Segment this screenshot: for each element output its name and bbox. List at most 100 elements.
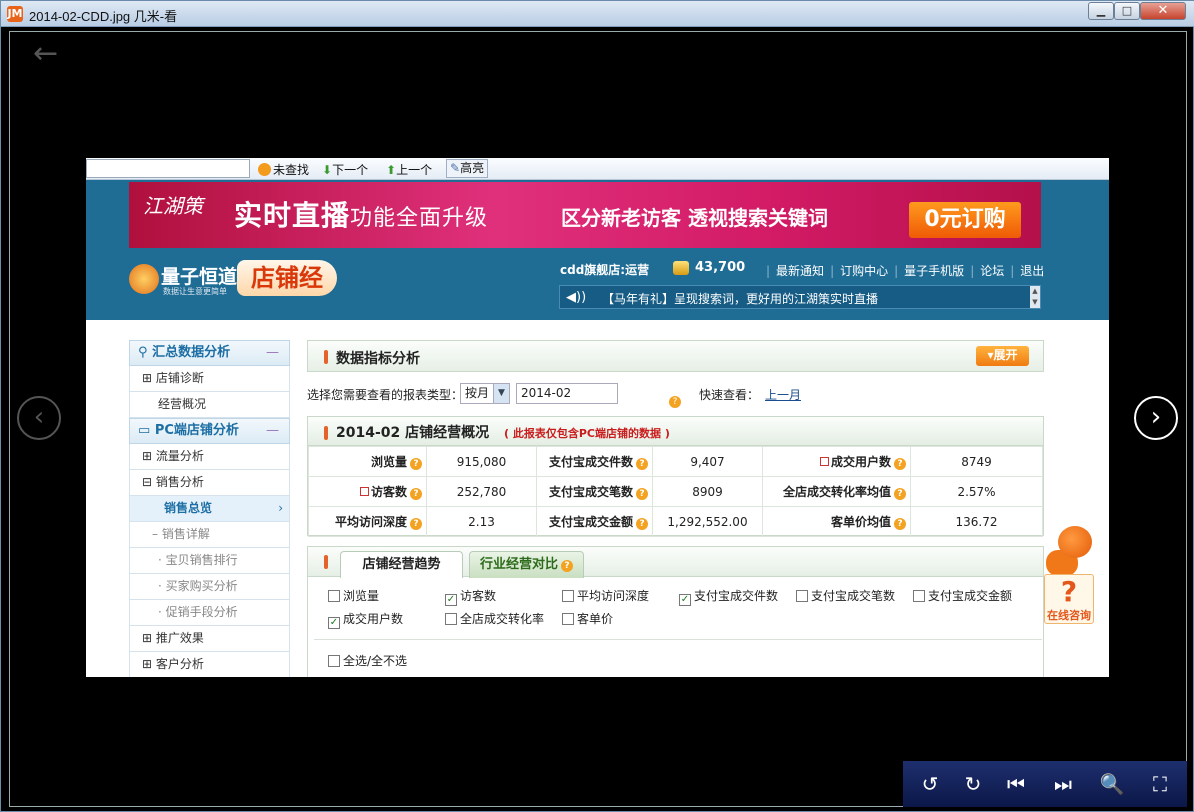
sidebar-group-pc[interactable]: ▭ PC端店铺分析 — xyxy=(129,418,290,444)
link-notices[interactable]: 最新通知 xyxy=(776,264,824,278)
link-order-center[interactable]: 订购中心 xyxy=(840,264,888,278)
sidebar-item-sales-overview[interactable]: 销售总览 › xyxy=(129,496,290,522)
find-none-button[interactable]: 未查找 xyxy=(258,161,309,178)
find-input[interactable] xyxy=(86,159,250,178)
previous-month-link[interactable]: 上一月 xyxy=(765,386,801,403)
section-title: 数据指标分析 xyxy=(336,351,420,367)
expand-button[interactable]: ▾展开 xyxy=(976,346,1029,366)
find-next-button[interactable]: ⬇下一个 xyxy=(322,161,368,178)
checkbox-conversion[interactable]: 全店成交转化率 xyxy=(445,610,544,627)
checkbox-orders[interactable]: 支付宝成交笔数 xyxy=(796,587,895,604)
help-icon[interactable]: ? xyxy=(561,560,573,572)
info-box-icon xyxy=(359,487,369,496)
last-image-icon[interactable]: ⏭ xyxy=(1050,771,1076,797)
close-button[interactable]: ✕ xyxy=(1140,2,1186,20)
highlight-button[interactable]: ✎高亮 xyxy=(446,159,489,178)
checkbox-box[interactable]: ✓ xyxy=(679,594,691,606)
site-header: 江湖策 实时直播功能全面升级 区分新老访客 透视搜索关键词 0元订购 ✕ 量子恒… xyxy=(86,180,1109,320)
tab-shop-trend[interactable]: 店铺经营趋势 xyxy=(340,551,463,578)
first-image-icon[interactable]: ⏮ xyxy=(1003,771,1029,797)
sidebar-group-summary[interactable]: ⚲ 汇总数据分析 — xyxy=(129,340,290,366)
logo-product: 店铺经 xyxy=(237,260,337,296)
tab-industry-compare[interactable]: 行业经营对比? xyxy=(469,551,584,578)
sidebar-item-sales[interactable]: ⊟ 销售分析 xyxy=(129,470,290,496)
sidebar-item-ads[interactable]: ⊞ 推广效果 xyxy=(129,626,290,652)
checkbox-box[interactable] xyxy=(562,590,574,602)
summary-icon: ⚲ xyxy=(138,345,153,360)
help-icon[interactable]: ? xyxy=(410,458,422,470)
maximize-button[interactable]: □ xyxy=(1114,2,1140,20)
sidebar-item-rank[interactable]: · 宝贝销售排行 xyxy=(129,548,290,574)
next-image-button[interactable]: › xyxy=(1134,396,1178,440)
monitor-icon: ▭ xyxy=(138,423,155,438)
checkbox-select-all[interactable]: 全选/全不选 xyxy=(328,652,407,669)
promo-banner[interactable]: 江湖策 实时直播功能全面升级 区分新老访客 透视搜索关键词 0元订购 ✕ xyxy=(129,182,1041,248)
checkbox-box[interactable] xyxy=(328,655,340,667)
link-logout[interactable]: 退出 xyxy=(1020,264,1044,278)
sidebar-item-buyer[interactable]: · 买家购买分析 xyxy=(129,574,290,600)
title-bar[interactable]: JM 2014-02-CDD.jpg 几米-看 ▁ □ ✕ xyxy=(1,1,1194,27)
stop-icon xyxy=(258,163,271,176)
checkbox-box[interactable]: ✓ xyxy=(445,594,457,606)
online-help-widget[interactable]: ? 在线咨询 xyxy=(1044,524,1096,624)
mascot-head-icon xyxy=(1058,526,1092,558)
checkbox-box[interactable]: ✓ xyxy=(328,617,340,629)
back-arrow-icon[interactable]: ← xyxy=(33,39,58,69)
logo[interactable]: 量子恒道 数据让生意更简单 店铺经 xyxy=(129,260,339,300)
checkbox-box[interactable] xyxy=(796,590,808,602)
previous-image-button[interactable]: ‹ xyxy=(17,396,61,440)
checkbox-box[interactable] xyxy=(562,613,574,625)
top-links: | 最新通知 | 订购中心 | 量子手机版 | 论坛 | 退出 xyxy=(766,264,1045,278)
screenshot-content: 未查找 ⬇下一个 ⬆上一个 ✎高亮 江湖策 实时直播功能全面升级 区分新老访客 … xyxy=(86,158,1109,677)
rotate-right-icon[interactable]: ↻ xyxy=(960,771,986,797)
help-icon[interactable]: ? xyxy=(669,396,681,408)
help-icon[interactable]: ? xyxy=(410,518,422,530)
help-box[interactable]: ? 在线咨询 xyxy=(1044,574,1094,624)
zoom-icon[interactable]: 🔍 xyxy=(1099,771,1125,797)
checkbox-unit-price[interactable]: 客单价 xyxy=(562,610,613,627)
news-text[interactable]: 【马年有礼】呈现搜索词，更好用的江湖策实时直播 xyxy=(602,290,878,307)
report-type-label: 选择您需要查看的报表类型： xyxy=(307,388,464,402)
banner-brand: 江湖策 xyxy=(143,194,203,218)
fullscreen-icon[interactable]: ⛶ xyxy=(1147,771,1173,797)
sidebar-item-sales-detail[interactable]: – 销售详解 xyxy=(129,522,290,548)
checkbox-amount[interactable]: 支付宝成交金额 xyxy=(913,587,1012,604)
help-icon[interactable]: ? xyxy=(410,488,422,500)
checkbox-pageviews[interactable]: 浏览量 xyxy=(328,587,379,604)
checkbox-box[interactable] xyxy=(913,590,925,602)
sidebar-item-traffic[interactable]: ⊞ 流量分析 xyxy=(129,444,290,470)
help-icon[interactable]: ? xyxy=(636,458,648,470)
sidebar-item-promo[interactable]: · 促销手段分析 xyxy=(129,600,290,626)
help-icon[interactable]: ? xyxy=(894,488,906,500)
checkbox-box[interactable] xyxy=(445,613,457,625)
month-input[interactable]: 2014-02 xyxy=(516,383,618,404)
checkbox-visitors[interactable]: ✓ 访客数 xyxy=(445,587,496,606)
quick-view-label: 快速查看： xyxy=(699,388,760,402)
arrow-down-icon: ⬇ xyxy=(322,163,333,177)
overview-title: 2014-02 店铺经营概况 xyxy=(336,425,490,441)
app-icon: JM xyxy=(7,6,23,22)
help-icon[interactable]: ? xyxy=(636,488,648,500)
help-icon[interactable]: ? xyxy=(894,518,906,530)
rotate-left-icon[interactable]: ↺ xyxy=(917,771,943,797)
checkbox-buyers[interactable]: ✓ 成交用户数 xyxy=(328,610,403,629)
news-scroll-icon[interactable]: ▲ ▼ xyxy=(1030,286,1040,308)
checkbox-avg-depth[interactable]: 平均访问深度 xyxy=(562,587,649,604)
minimize-button[interactable]: ▁ xyxy=(1088,2,1114,20)
checkbox-box[interactable] xyxy=(328,590,340,602)
link-forum[interactable]: 论坛 xyxy=(980,264,1004,278)
sidebar-item-customer[interactable]: ⊞ 客户分析 xyxy=(129,652,290,677)
table-row: 访客数? 252,780 支付宝成交笔数? 8909 全店成交转化率均值? 2.… xyxy=(308,476,1043,507)
help-icon[interactable]: ? xyxy=(636,518,648,530)
sidebar-item-overview[interactable]: 经营概况 xyxy=(129,392,290,418)
link-mobile[interactable]: 量子手机版 xyxy=(904,264,964,278)
checkbox-items-sold[interactable]: ✓ 支付宝成交件数 xyxy=(679,587,778,606)
period-select[interactable]: 按月 ▼ xyxy=(460,383,510,404)
find-prev-button[interactable]: ⬆上一个 xyxy=(386,161,432,178)
news-ticker[interactable]: ◀)) 【马年有礼】呈现搜索词，更好用的江湖策实时直播 ▲ ▼ xyxy=(559,285,1041,309)
coin-icon xyxy=(673,261,689,275)
help-icon[interactable]: ? xyxy=(894,458,906,470)
banner-order-button[interactable]: 0元订购 xyxy=(909,202,1021,238)
sidebar-item-diagnosis[interactable]: ⊞ 店铺诊断 xyxy=(129,366,290,392)
expand-icon: ⊞ xyxy=(142,449,156,463)
